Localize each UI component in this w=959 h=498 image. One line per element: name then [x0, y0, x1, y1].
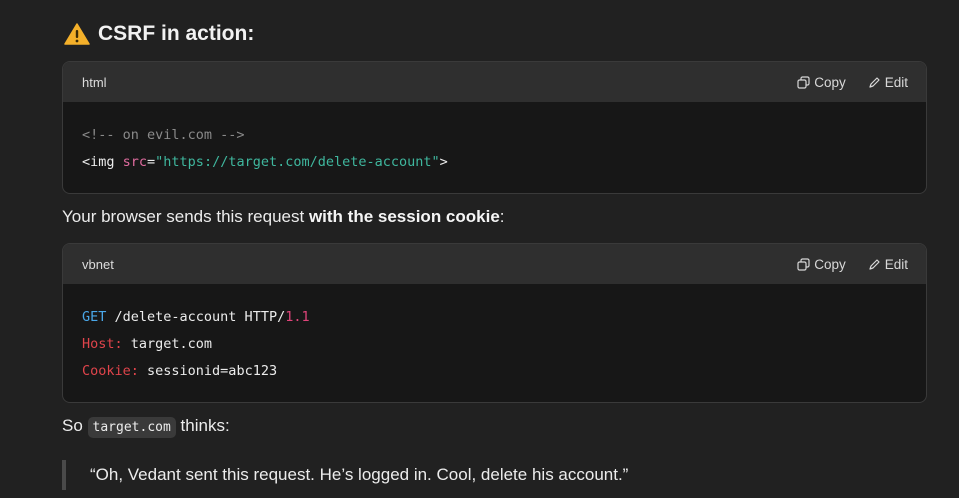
para-suffix: :: [499, 207, 505, 226]
edit-label: Edit: [884, 256, 908, 272]
para-text: So: [62, 416, 88, 435]
http-version: 1.1: [285, 309, 310, 325]
paragraph-session-cookie: Your browser sends this request with the…: [62, 207, 505, 227]
para-bold: with the session cookie: [308, 207, 500, 226]
edit-button[interactable]: Edit: [868, 257, 908, 272]
host-key: Host:: [82, 336, 123, 352]
code-content: GET /delete-account HTTP/1.1 Host: targe…: [63, 284, 926, 399]
blockquote: “Oh, Vedant sent this request. He’s logg…: [62, 460, 628, 490]
code-block-header: vbnet Copy Edit: [63, 244, 926, 284]
cookie-value: sessionid=abc123: [138, 363, 278, 379]
code-tag: <img: [82, 154, 123, 170]
code-language-label: vbnet: [82, 256, 114, 272]
code-block-header: html Copy Edit: [63, 62, 926, 102]
code-string: "https://target.com/delete-account": [155, 154, 440, 170]
http-method: GET: [82, 309, 107, 325]
code-block-vbnet: vbnet Copy Edit GET /delete-account HTTP…: [62, 243, 927, 403]
code-tag-end: >: [439, 154, 448, 170]
code-attr: src: [122, 154, 148, 170]
cookie-key: Cookie:: [82, 363, 139, 379]
edit-icon: [869, 258, 880, 270]
edit-button[interactable]: Edit: [868, 75, 908, 90]
copy-label: Copy: [814, 74, 846, 90]
edit-label: Edit: [884, 74, 908, 90]
inline-code: target.com: [87, 417, 176, 438]
copy-label: Copy: [814, 256, 846, 272]
code-block-html: html Copy Edit <!-- on evil.com --> <img…: [62, 61, 927, 194]
copy-button[interactable]: Copy: [797, 75, 846, 90]
http-path: /delete-account HTTP/: [106, 309, 286, 325]
quote-text: “Oh, Vedant sent this request. He’s logg…: [90, 465, 629, 484]
copy-icon: [797, 257, 810, 271]
copy-button[interactable]: Copy: [797, 257, 846, 272]
code-comment: <!-- on evil.com -->: [82, 127, 245, 143]
section-heading: CSRF in action:: [64, 22, 254, 46]
code-language-label: html: [82, 74, 107, 90]
code-content: <!-- on evil.com --> <img src="https://t…: [63, 102, 926, 190]
host-value: target.com: [122, 336, 213, 352]
code-eq: =: [147, 154, 156, 170]
paragraph-thinks: So target.com thinks:: [62, 416, 230, 438]
para-suffix: thinks:: [175, 416, 230, 435]
copy-icon: [797, 75, 810, 89]
section-heading-text: CSRF in action:: [98, 22, 255, 45]
warning-icon: [64, 23, 90, 45]
edit-icon: [869, 76, 880, 88]
para-text: Your browser sends this request: [62, 207, 309, 226]
